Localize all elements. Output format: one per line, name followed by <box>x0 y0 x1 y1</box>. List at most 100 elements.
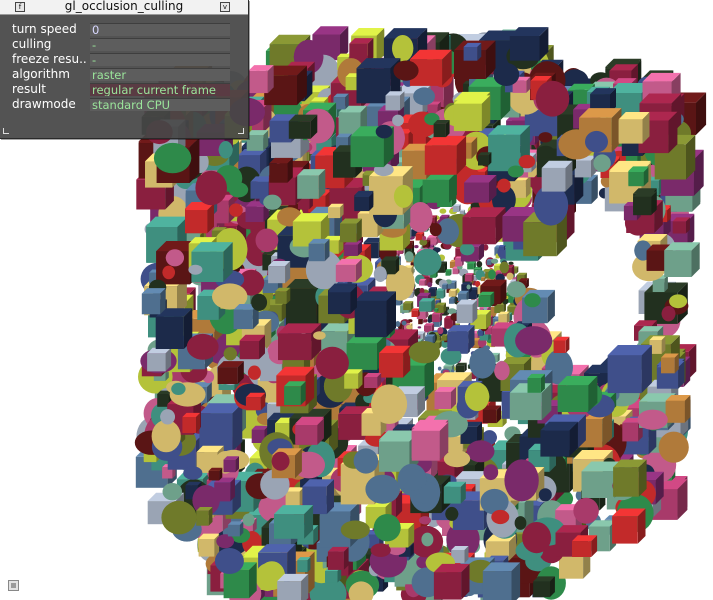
scene-sphere <box>491 509 510 525</box>
scene-sphere <box>429 223 442 237</box>
scene-box <box>464 273 474 282</box>
scene-sphere <box>373 266 387 282</box>
scene-box <box>227 521 244 537</box>
scene-box <box>478 291 495 307</box>
panel-row-label: culling <box>12 37 52 51</box>
scene-sphere <box>437 366 442 371</box>
scene-box <box>618 112 650 144</box>
panel-row-value[interactable]: standard CPU <box>90 98 230 111</box>
scene-sphere <box>406 324 413 330</box>
scene-sphere <box>507 165 524 178</box>
panel-collapse-icon[interactable]: v <box>220 2 230 12</box>
scene-sphere <box>669 294 688 309</box>
scene-box <box>540 421 578 457</box>
scene-sphere <box>404 251 414 262</box>
scene-box <box>403 301 414 311</box>
scene-sphere <box>271 451 290 471</box>
scene-sphere <box>162 267 175 278</box>
scene-box <box>572 535 598 557</box>
scene-sphere <box>585 130 608 153</box>
scene-box <box>433 120 450 138</box>
scene-sphere <box>488 269 496 280</box>
scene-box <box>335 258 362 282</box>
scene-box <box>482 562 521 600</box>
scene-sphere <box>445 506 459 521</box>
scene-sphere <box>183 466 203 480</box>
scene-sphere <box>538 488 552 502</box>
scene-sphere <box>421 532 434 547</box>
scene-sphere <box>393 184 414 208</box>
panel-row-value[interactable]: raster <box>90 68 230 81</box>
status-icon[interactable] <box>8 580 19 591</box>
scene-sphere <box>494 361 510 381</box>
panel-row[interactable]: turn speed 0 <box>12 22 234 37</box>
scene-box <box>354 291 396 338</box>
scene-box <box>449 297 456 304</box>
scene-box <box>288 114 318 139</box>
scene-box <box>628 167 649 186</box>
scene-box <box>612 508 646 544</box>
scene-box <box>557 376 598 412</box>
panel-row[interactable]: result regular current frame <box>12 82 234 97</box>
scene-box <box>274 505 314 539</box>
panel-row-value[interactable]: 0 <box>90 23 230 36</box>
scene-box <box>661 353 679 374</box>
scene-sphere <box>514 516 527 530</box>
scene-box <box>633 191 657 212</box>
scene-sphere <box>518 154 536 169</box>
panel-row-value[interactable]: regular current frame <box>90 83 230 96</box>
scene-box <box>498 245 506 251</box>
scene-box <box>533 576 555 598</box>
scene-box <box>411 422 449 459</box>
scene-sphere <box>483 306 488 311</box>
scene-sphere <box>315 346 349 380</box>
scene-box <box>434 387 456 409</box>
scene-sphere <box>466 284 471 290</box>
scene-sphere <box>162 483 183 501</box>
panel-row-value[interactable]: - <box>90 53 230 66</box>
panel-row[interactable]: freeze resu.. - <box>12 52 234 67</box>
panel-row-label: freeze resu.. <box>12 52 87 66</box>
scene-sphere <box>375 124 393 139</box>
scene-sphere <box>161 500 197 535</box>
scene-box <box>419 278 427 286</box>
panel-row-label: turn speed <box>12 22 77 36</box>
scene-box <box>453 95 491 128</box>
scene-box <box>385 91 405 111</box>
scene-sphere <box>393 60 419 81</box>
scene-sphere <box>661 308 676 319</box>
scene-sphere <box>165 249 184 267</box>
scene-sphere <box>491 258 499 264</box>
scene-box <box>498 311 510 324</box>
scene-sphere <box>469 347 496 379</box>
panel-resize-grip[interactable] <box>238 128 244 134</box>
panel-row-value[interactable]: - <box>90 38 230 51</box>
panel-row[interactable]: culling - <box>12 37 234 52</box>
scene-sphere <box>524 293 541 308</box>
panel-row[interactable]: algorithm raster <box>12 67 234 82</box>
scene-box <box>419 298 435 312</box>
scene-box <box>455 362 467 373</box>
scene-sphere <box>229 203 243 217</box>
scene-box <box>308 238 330 262</box>
scene-box <box>418 318 424 325</box>
scene-sphere <box>497 178 511 193</box>
scene-sphere <box>476 261 483 268</box>
scene-sphere <box>427 282 433 288</box>
scene-box <box>147 347 172 372</box>
scene-box <box>344 240 362 256</box>
scene-box <box>541 160 573 192</box>
scene-sphere <box>466 440 495 463</box>
scene-box <box>553 336 570 353</box>
scene-box <box>424 135 467 175</box>
scene-box <box>185 203 214 232</box>
panel-row[interactable]: drawmode standard CPU <box>12 97 234 112</box>
scene-sphere <box>365 474 401 504</box>
scene-sphere <box>214 548 244 574</box>
scene-sphere <box>373 514 401 542</box>
panel-titlebar[interactable]: f gl_occlusion_culling v <box>0 0 248 15</box>
scene-sphere <box>255 228 279 253</box>
scene-box <box>198 534 220 556</box>
tweak-panel[interactable]: f gl_occlusion_culling v turn speed 0 cull… <box>0 0 249 139</box>
scene-box <box>344 369 363 389</box>
